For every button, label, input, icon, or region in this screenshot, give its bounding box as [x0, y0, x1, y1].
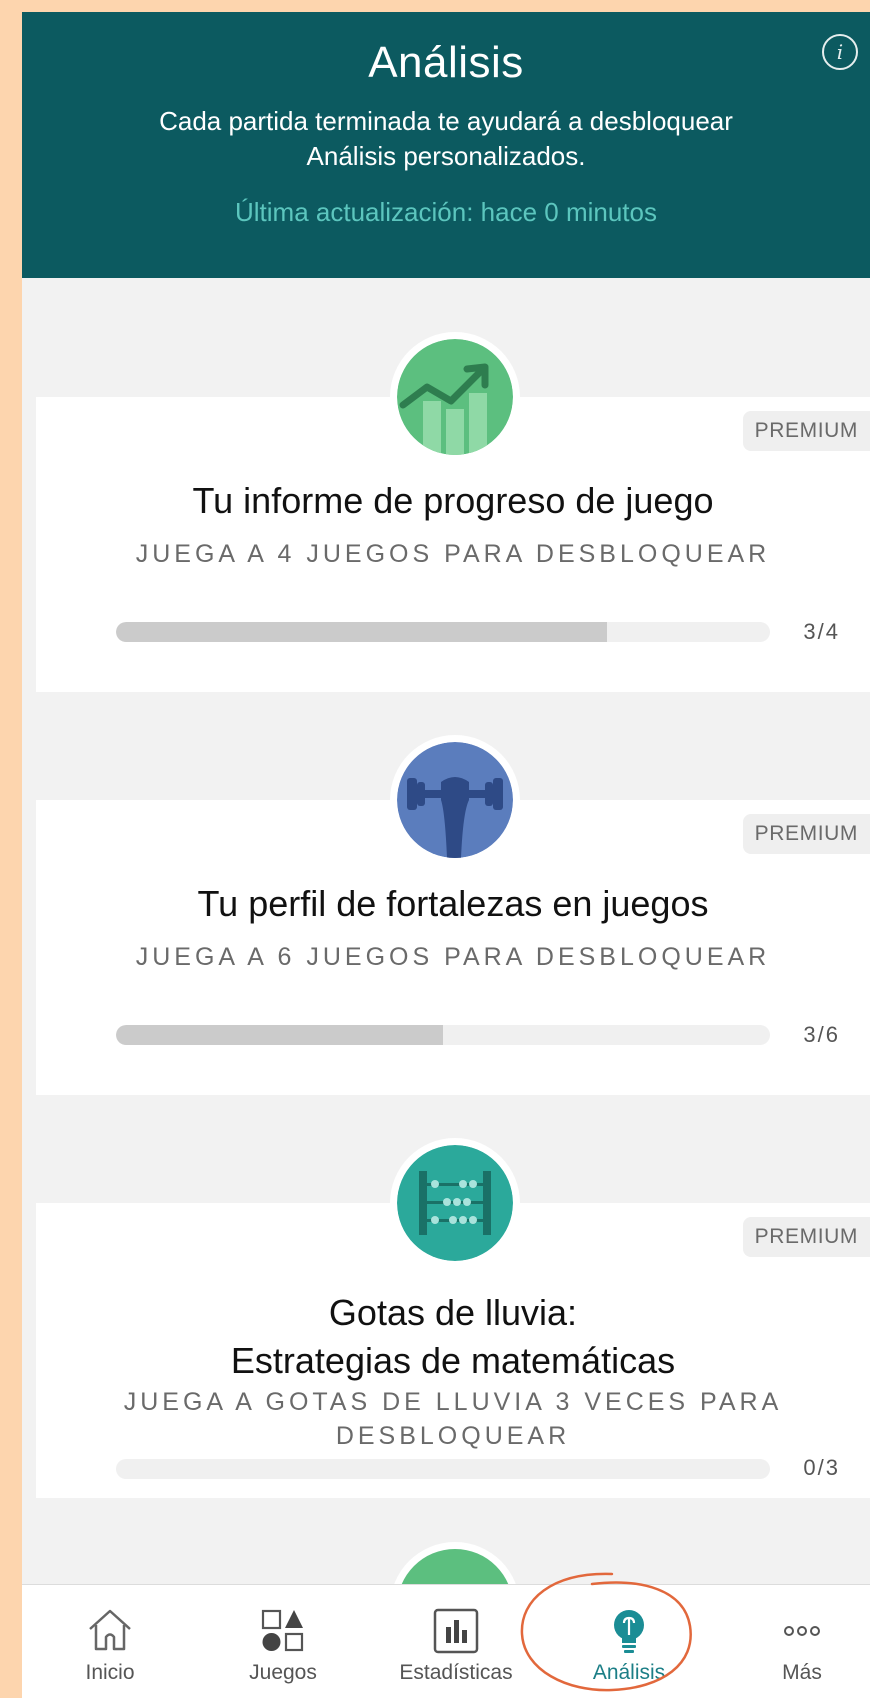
card-title-line2: Estrategias de matemáticas: [230, 1340, 676, 1381]
card-title-line1: Gotas de lluvia:: [328, 1292, 578, 1333]
bar-chart-icon: [430, 1605, 482, 1657]
nav-label: Análisis: [592, 1661, 666, 1684]
premium-badge: PREMIUM: [742, 411, 870, 451]
last-updated: Última actualización: hace 0 minutos: [235, 197, 657, 227]
lightbulb-icon: [603, 1605, 655, 1657]
card-title: Tu informe de progreso de juego: [192, 480, 714, 521]
nav-label: Más: [782, 1661, 822, 1684]
progress-count: 3/6: [803, 1022, 840, 1047]
card-title: Tu perfil de fortalezas en juegos: [197, 883, 709, 924]
nav-label: Estadísticas: [399, 1661, 513, 1684]
nav-label: Juegos: [249, 1661, 317, 1684]
card-icon-wrap: [390, 332, 520, 462]
abacus-icon: [397, 1145, 513, 1261]
header: Análisis Cada partida terminada te ayuda…: [22, 12, 870, 278]
card-subtitle: JUEGA A 4 JUEGOS PARA DESBLOQUEAR: [135, 540, 771, 568]
nav-item-estadisticas[interactable]: Estadísticas: [376, 1585, 536, 1698]
dumbbell-icon: [397, 742, 513, 858]
premium-badge: PREMIUM: [742, 814, 870, 854]
progress-fill: [116, 1025, 443, 1045]
card-subtitle-line2: DESBLOQUEAR: [335, 1422, 571, 1450]
chart-growth-icon: [397, 339, 513, 455]
app-screen: Análisis Cada partida terminada te ayuda…: [22, 12, 870, 1698]
bottom-nav: Inicio Juegos Estadísticas Análisis Más: [22, 1584, 870, 1698]
card-subtitle: JUEGA A 6 JUEGOS PARA DESBLOQUEAR: [135, 943, 771, 971]
card-icon-wrap: [390, 1138, 520, 1268]
nav-item-analisis[interactable]: Análisis: [549, 1585, 709, 1698]
nav-label: Inicio: [85, 1661, 135, 1684]
premium-badge: PREMIUM: [742, 1217, 870, 1257]
progress-count: 0/3: [803, 1455, 840, 1480]
progress-fill: [116, 622, 607, 642]
progress-count: 3/4: [803, 619, 840, 644]
shapes-icon: [257, 1605, 309, 1657]
progress-bar: [116, 1459, 770, 1479]
progress-bar: [116, 1025, 770, 1045]
progress-bar: [116, 622, 770, 642]
info-icon[interactable]: i: [822, 34, 858, 70]
card-subtitle-line1: JUEGA A GOTAS DE LLUVIA 3 VECES PARA: [123, 1388, 783, 1416]
home-icon: [84, 1605, 136, 1657]
nav-item-inicio[interactable]: Inicio: [30, 1585, 190, 1698]
nav-item-juegos[interactable]: Juegos: [203, 1585, 363, 1698]
more-icon: [776, 1605, 828, 1657]
nav-item-mas[interactable]: Más: [722, 1585, 870, 1698]
page-title: Análisis: [368, 38, 524, 87]
card-icon-wrap: [390, 735, 520, 865]
header-subtitle: Cada partida terminada te ayudará a desb…: [159, 106, 733, 171]
